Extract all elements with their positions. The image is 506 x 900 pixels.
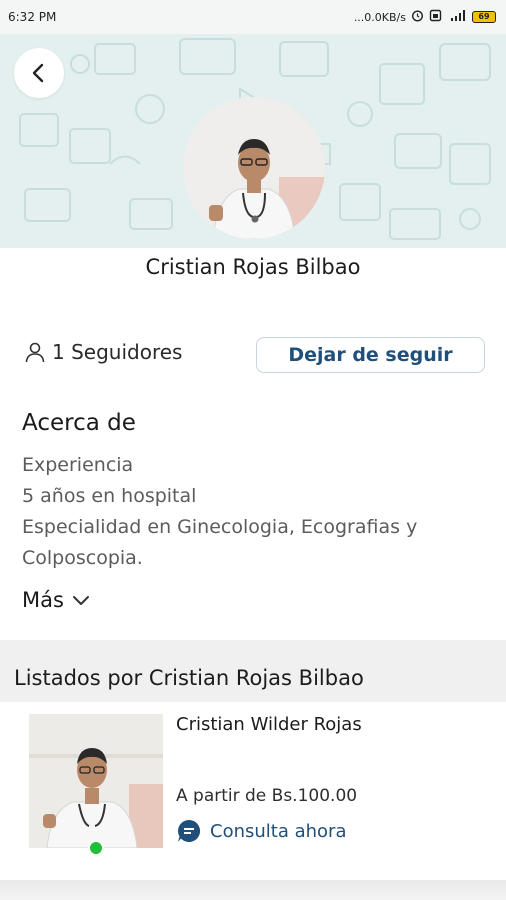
online-status-dot [88, 840, 104, 856]
section-divider [0, 640, 506, 656]
listings-title: Listados por Cristian Rojas Bilbao [14, 666, 364, 690]
alarm-icon [411, 9, 424, 25]
avatar-photo [183, 97, 325, 239]
followers-label: 1 Seguidores [52, 340, 183, 364]
about-title: Acerca de [22, 410, 136, 436]
unfollow-button[interactable]: Dejar de seguir [256, 337, 485, 373]
network-speed: ...0.0KB/s [353, 10, 406, 24]
listing-photo [29, 714, 163, 848]
chevron-down-icon [72, 596, 89, 605]
bottom-edge [0, 880, 506, 900]
about-line: 5 años en hospital [22, 485, 197, 507]
more-label: Más [22, 588, 64, 612]
status-icons: ...0.0KB/s 69 [354, 9, 496, 25]
chat-bubble-icon [178, 819, 201, 842]
followers-count: 1 Seguidores [24, 340, 182, 364]
about-line: Especialidad en Ginecologia, Ecografias … [22, 516, 418, 538]
more-toggle[interactable]: Más [22, 588, 90, 612]
profile-name: Cristian Rojas Bilbao [145, 255, 361, 279]
signal-icon [447, 9, 467, 25]
consult-label: Consulta ahora [210, 820, 347, 842]
about-line: Experiencia [22, 454, 134, 476]
chevron-left-icon [32, 63, 44, 83]
about-line: Colposcopia. [22, 547, 143, 569]
listing-name[interactable]: Cristian Wilder Rojas [176, 714, 362, 735]
status-bar: 6:32 PM ...0.0KB/s 69 [0, 0, 506, 34]
battery-indicator: 69 [472, 11, 496, 23]
about-text: Experiencia 5 años en hospital Especiali… [22, 450, 492, 574]
listing-price: A partir de Bs.100.00 [176, 786, 358, 806]
listing-thumbnail[interactable] [29, 714, 163, 848]
status-time: 6:32 PM [8, 10, 57, 24]
back-button[interactable] [14, 48, 64, 98]
consult-now-button[interactable]: Consulta ahora [176, 818, 346, 844]
user-icon [25, 342, 45, 363]
sim-icon [429, 9, 442, 25]
profile-avatar [183, 97, 325, 239]
